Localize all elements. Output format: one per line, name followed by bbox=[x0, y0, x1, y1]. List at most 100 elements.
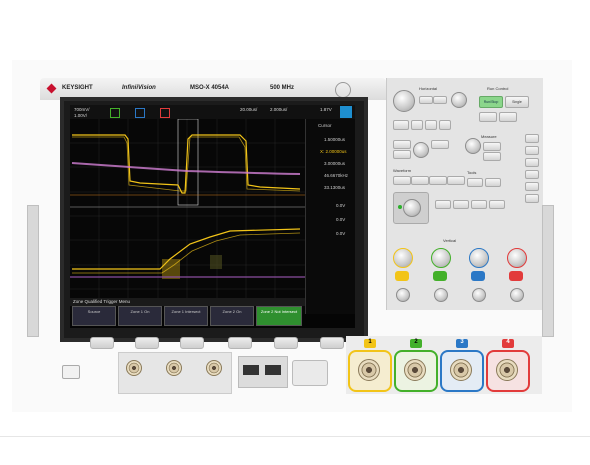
display-key[interactable] bbox=[411, 176, 429, 185]
status-bar: 700mV/ 1.00V/ 20.00us/ 2.000us/ 1.87V bbox=[70, 105, 355, 120]
single-button[interactable]: Single bbox=[505, 96, 529, 108]
trigger-key[interactable] bbox=[393, 140, 411, 149]
ch3-bnc-icon bbox=[450, 359, 472, 381]
side-key-1[interactable] bbox=[525, 134, 539, 143]
front-softkey-2[interactable] bbox=[135, 337, 159, 349]
side-key-4[interactable] bbox=[525, 170, 539, 179]
nav-play-key[interactable] bbox=[411, 120, 423, 130]
side-key-5[interactable] bbox=[525, 182, 539, 191]
cursor-value-4: 46.6670kHz bbox=[324, 173, 349, 178]
label-key[interactable] bbox=[435, 200, 451, 209]
left-handle bbox=[27, 205, 39, 337]
ch2-offset-knob-icon[interactable] bbox=[434, 288, 448, 302]
probe-connector-icon bbox=[292, 360, 328, 386]
ch4-scale-knob-icon[interactable] bbox=[507, 248, 527, 268]
softkey-zone2-not-intersect[interactable]: Zone 2 Not Intersect bbox=[256, 306, 302, 326]
measure-label: Measure bbox=[481, 134, 497, 139]
ch3-scale-knob-icon[interactable] bbox=[469, 248, 489, 268]
run-stop-button[interactable]: Run/Stop bbox=[479, 96, 503, 108]
aux-bnc-3-icon bbox=[206, 360, 222, 376]
vertical-label: Vertical bbox=[443, 238, 457, 243]
save-recall-key[interactable] bbox=[467, 178, 483, 187]
cursor-value-1: 1.50000us bbox=[324, 137, 346, 142]
ch3-key[interactable] bbox=[471, 271, 485, 281]
ch1-bnc-icon bbox=[358, 359, 380, 381]
ch4-bnc-icon bbox=[496, 359, 518, 381]
ch3-chip bbox=[135, 108, 145, 118]
ch1-scale-knob-icon[interactable] bbox=[393, 248, 413, 268]
ch3-label: 3 bbox=[456, 339, 468, 348]
cursor-value-2: X: 2.00000us bbox=[320, 149, 347, 154]
usb-port-1-icon bbox=[243, 365, 259, 375]
ch2-scale: 1.00V/ bbox=[74, 113, 88, 118]
utility-key[interactable] bbox=[485, 178, 501, 187]
softkey-zone1-intersect[interactable]: Zone 1 Intersect bbox=[164, 306, 208, 326]
digital-key[interactable] bbox=[453, 200, 469, 209]
math-key[interactable] bbox=[429, 176, 447, 185]
front-softkey-1[interactable] bbox=[90, 337, 114, 349]
ch2-key[interactable] bbox=[433, 271, 447, 281]
ref-key[interactable] bbox=[447, 176, 465, 185]
right-handle bbox=[542, 205, 554, 337]
timebase-2: 2.000us/ bbox=[270, 107, 288, 112]
side-key-2[interactable] bbox=[525, 146, 539, 155]
ch1-offset-knob-icon[interactable] bbox=[396, 288, 410, 302]
cursors-knob-icon[interactable] bbox=[465, 138, 481, 154]
control-panel: Horizontal Run Control Run/Stop Single M… bbox=[386, 78, 543, 310]
bottom-divider bbox=[0, 436, 590, 437]
softkey-zone2-on[interactable]: Zone 2 On bbox=[210, 306, 254, 326]
zoom-key[interactable] bbox=[419, 96, 433, 104]
front-softkey-3[interactable] bbox=[180, 337, 204, 349]
badge-icon bbox=[335, 82, 351, 98]
ch2-label: 2 bbox=[410, 339, 422, 348]
acquire-key[interactable] bbox=[393, 176, 411, 185]
default-setup-key[interactable] bbox=[479, 112, 497, 122]
cursors-key[interactable] bbox=[483, 142, 501, 151]
nav-stop-key[interactable] bbox=[425, 120, 437, 130]
horizontal-knob-icon[interactable] bbox=[393, 90, 415, 112]
ch1-key[interactable] bbox=[395, 271, 409, 281]
side-key-6[interactable] bbox=[525, 194, 539, 203]
waveform-label: Waveform bbox=[393, 168, 412, 173]
usb-panel bbox=[238, 356, 288, 388]
series-name: InfiniiVision bbox=[122, 85, 156, 91]
navigate-key[interactable] bbox=[433, 96, 447, 104]
ch2-chip bbox=[110, 108, 120, 118]
ch3-offset-knob-icon[interactable] bbox=[472, 288, 486, 302]
front-softkey-6[interactable] bbox=[320, 337, 344, 349]
brand-name: KEYSIGHT bbox=[62, 85, 93, 91]
serial-key[interactable] bbox=[471, 200, 487, 209]
front-softkey-4[interactable] bbox=[228, 337, 252, 349]
display-screen: 700mV/ 1.00V/ 20.00us/ 2.000us/ 1.87V Cu… bbox=[70, 105, 355, 328]
meas-key[interactable] bbox=[483, 152, 501, 161]
softkey-bar: Source Zone 1 On Zone 1 Intersect Zone 2… bbox=[70, 306, 305, 328]
side-key-3[interactable] bbox=[525, 158, 539, 167]
ch1-scale: 700mV/ bbox=[74, 107, 90, 112]
ch1-label: 1 bbox=[364, 339, 376, 348]
entry-knob-icon[interactable] bbox=[403, 199, 421, 217]
front-softkey-5[interactable] bbox=[274, 337, 298, 349]
keysight-logo-icon bbox=[46, 83, 57, 94]
ch2-bnc-icon bbox=[404, 359, 426, 381]
nav-back-key[interactable] bbox=[393, 120, 409, 130]
menu-title-bar: Zone Qualified Trigger Menu bbox=[70, 298, 305, 306]
trigger-level-knob-icon[interactable] bbox=[413, 142, 429, 158]
wavegen-key[interactable] bbox=[489, 200, 505, 209]
trigger-level: 1.87V bbox=[320, 107, 332, 112]
auto-scale-key[interactable] bbox=[499, 112, 517, 122]
force-trigger-key[interactable] bbox=[393, 150, 411, 159]
ch4-key[interactable] bbox=[509, 271, 523, 281]
mode-coupling-key[interactable] bbox=[431, 140, 449, 149]
delay-knob-icon[interactable] bbox=[451, 92, 467, 108]
menu-title: Zone Qualified Trigger Menu bbox=[73, 299, 131, 304]
side-header: Cursor bbox=[318, 123, 332, 128]
cursor-value-8: 0.0V bbox=[336, 231, 346, 236]
cursor-value-3: 3.00000us bbox=[324, 161, 346, 166]
ch4-offset-knob-icon[interactable] bbox=[510, 288, 524, 302]
ch2-scale-knob-icon[interactable] bbox=[431, 248, 451, 268]
softkey-zone1-on[interactable]: Zone 1 On bbox=[118, 306, 162, 326]
nav-fwd-key[interactable] bbox=[439, 120, 451, 130]
aux-bnc-1-icon bbox=[126, 360, 142, 376]
power-button[interactable] bbox=[62, 365, 80, 379]
softkey-source[interactable]: Source bbox=[72, 306, 116, 326]
